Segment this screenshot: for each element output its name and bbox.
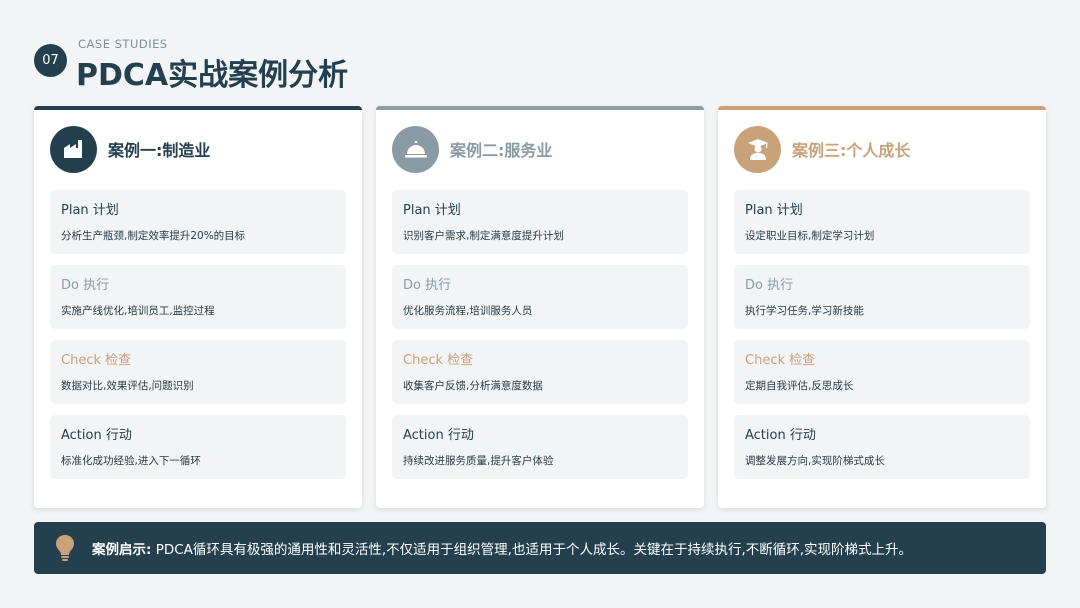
step-description: 收集客户反馈,分析满意度数据 [403, 380, 543, 392]
section-number-badge: 07 [34, 44, 67, 77]
step-do: Do 执行 执行学习任务,学习新技能 [734, 265, 1030, 329]
step-description: 调整发展方向,实现阶梯式成长 [745, 455, 885, 467]
step-check: Check 检查 数据对比,效果评估,问题识别 [50, 340, 346, 404]
step-title: Do 执行 [403, 278, 452, 293]
step-title: Plan 计划 [745, 203, 803, 218]
card-title: 案例一:制造业 [108, 141, 211, 160]
service-bell-icon [392, 125, 439, 173]
insight-text: 案例启示: PDCA循环具有极强的通用性和灵活性,不仅适用于组织管理,也适用于个… [92, 538, 912, 558]
step-check: Check 检查 收集客户反馈,分析满意度数据 [392, 340, 688, 404]
step-title: Action 行动 [745, 428, 816, 443]
card-title: 案例二:服务业 [450, 141, 553, 160]
insight-body: PDCA循环具有极强的通用性和灵活性,不仅适用于组织管理,也适用于个人成长。关键… [151, 542, 913, 558]
step-action: Action 行动 持续改进服务质量,提升客户体验 [392, 415, 688, 479]
step-description: 定期自我评估,反思成长 [745, 380, 854, 392]
lightbulb-icon [52, 533, 78, 563]
step-action: Action 行动 调整发展方向,实现阶梯式成长 [734, 415, 1030, 479]
step-title: Plan 计划 [403, 203, 461, 218]
step-description: 实施产线优化,培训员工,监控过程 [61, 305, 215, 317]
step-description: 执行学习任务,学习新技能 [745, 305, 864, 317]
step-title: Plan 计划 [61, 203, 119, 218]
step-title: Check 检查 [745, 353, 816, 368]
section-subtitle: CASE STUDIES [78, 37, 168, 51]
step-description: 数据对比,效果评估,问题识别 [61, 380, 194, 392]
step-description: 设定职业目标,制定学习计划 [745, 230, 875, 242]
case-card-personal-growth: 案例三:个人成长 Plan 计划 设定职业目标,制定学习计划 Do 执行 执行学… [718, 106, 1046, 508]
card-header: 案例二:服务业 [392, 125, 688, 173]
step-check: Check 检查 定期自我评估,反思成长 [734, 340, 1030, 404]
case-card-service: 案例二:服务业 Plan 计划 识别客户需求,制定满意度提升计划 Do 执行 优… [376, 106, 704, 508]
step-title: Action 行动 [403, 428, 474, 443]
step-title: Do 执行 [61, 278, 110, 293]
card-header: 案例一:制造业 [50, 125, 346, 173]
step-description: 标准化成功经验,进入下一循环 [61, 455, 201, 467]
step-do: Do 执行 优化服务流程,培训服务人员 [392, 265, 688, 329]
step-description: 识别客户需求,制定满意度提升计划 [403, 230, 564, 242]
step-description: 分析生产瓶颈,制定效率提升20%的目标 [61, 230, 246, 242]
case-card-manufacturing: 案例一:制造业 Plan 计划 分析生产瓶颈,制定效率提升20%的目标 Do 执… [34, 106, 362, 508]
page-title: PDCA实战案例分析 [76, 58, 349, 93]
step-title: Action 行动 [61, 428, 132, 443]
card-title: 案例三:个人成长 [792, 141, 911, 160]
insight-label: 案例启示: [92, 542, 152, 558]
step-title: Check 检查 [403, 353, 474, 368]
step-plan: Plan 计划 设定职业目标,制定学习计划 [734, 190, 1030, 254]
step-title: Check 检查 [61, 353, 132, 368]
step-action: Action 行动 标准化成功经验,进入下一循环 [50, 415, 346, 479]
step-plan: Plan 计划 识别客户需求,制定满意度提升计划 [392, 190, 688, 254]
step-description: 持续改进服务质量,提升客户体验 [403, 455, 554, 467]
step-description: 优化服务流程,培训服务人员 [403, 305, 533, 317]
factory-icon [50, 125, 97, 173]
card-header: 案例三:个人成长 [734, 125, 1030, 173]
insight-banner: 案例启示: PDCA循环具有极强的通用性和灵活性,不仅适用于组织管理,也适用于个… [34, 522, 1046, 574]
step-title: Do 执行 [745, 278, 794, 293]
graduate-icon [734, 125, 781, 173]
step-plan: Plan 计划 分析生产瓶颈,制定效率提升20%的目标 [50, 190, 346, 254]
step-do: Do 执行 实施产线优化,培训员工,监控过程 [50, 265, 346, 329]
